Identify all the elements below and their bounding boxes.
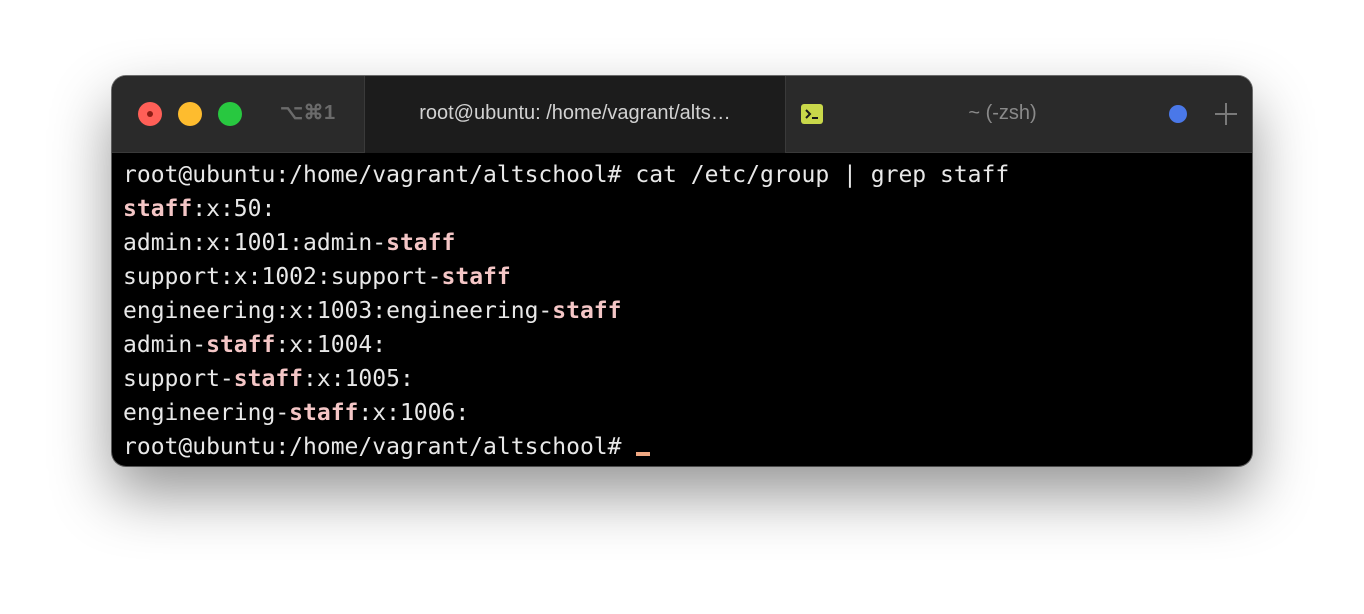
new-tab-button[interactable]: [1212, 100, 1240, 128]
terminal-text: engineering:x:1003:engineering-: [123, 298, 553, 324]
match-highlight: staff: [233, 366, 304, 392]
terminal-text: :x:1005:: [303, 366, 414, 392]
terminal-output[interactable]: root@ubuntu:/home/vagrant/altschool# cat…: [123, 158, 1243, 460]
match-highlight: staff: [123, 196, 193, 222]
window-shortcut-label: ⌥⌘1: [280, 102, 336, 124]
match-highlight: staff: [206, 332, 276, 358]
terminal-text: :x:1004:: [275, 332, 387, 358]
terminal-icon: [801, 104, 823, 124]
shell-prompt: root@ubuntu:/home/vagrant/altschool#: [123, 434, 636, 460]
minimize-button[interactable]: [178, 102, 202, 126]
close-indicator-icon: [147, 111, 153, 117]
tab-zsh[interactable]: ~ (-zsh): [785, 76, 1160, 152]
terminal-line: admin:x:1001:admin-staff: [123, 226, 1243, 260]
match-highlight: staff: [289, 400, 359, 426]
terminal-line: support:x:1002:support-staff: [123, 260, 1243, 294]
terminal-window: ⌥⌘1 root@ubuntu: /home/vagrant/alts… ~ (…: [112, 76, 1252, 466]
terminal-text: engineering-: [123, 400, 290, 426]
tab-root-ubuntu[interactable]: root@ubuntu: /home/vagrant/alts…: [364, 76, 786, 153]
terminal-text: support-: [123, 366, 234, 392]
plus-icon: [1215, 103, 1237, 125]
terminal-text: admin:x:1001:admin-: [123, 230, 387, 256]
close-button[interactable]: [138, 102, 162, 126]
terminal-line: admin-staff:x:1004:: [123, 328, 1243, 362]
terminal-line: engineering-staff:x:1006:: [123, 396, 1243, 430]
terminal-text: root@ubuntu:/home/vagrant/altschool# cat…: [123, 162, 1010, 188]
match-highlight: staff: [552, 298, 622, 324]
activity-indicator-icon: [1169, 105, 1187, 123]
tab-title-inactive: ~ (-zsh): [968, 102, 1037, 124]
terminal-line: support-staff:x:1005:: [123, 362, 1243, 396]
terminal-line: staff:x:50:: [123, 192, 1243, 226]
match-highlight: staff: [441, 264, 511, 290]
text-cursor: [636, 452, 651, 456]
prompt-line[interactable]: root@ubuntu:/home/vagrant/altschool#: [123, 430, 1243, 464]
terminal-line: engineering:x:1003:engineering-staff: [123, 294, 1243, 328]
terminal-text: :x:1006:: [358, 400, 470, 426]
match-highlight: staff: [386, 230, 456, 256]
terminal-line: root@ubuntu:/home/vagrant/altschool# cat…: [123, 158, 1243, 192]
terminal-text: admin-: [123, 332, 207, 358]
tab-bar: ⌥⌘1 root@ubuntu: /home/vagrant/alts… ~ (…: [112, 76, 1252, 153]
terminal-text: :x:50:: [192, 196, 276, 222]
terminal-text: support:x:1002:support-: [123, 264, 442, 290]
tab-title-active: root@ubuntu: /home/vagrant/alts…: [419, 102, 731, 124]
maximize-button[interactable]: [218, 102, 242, 126]
